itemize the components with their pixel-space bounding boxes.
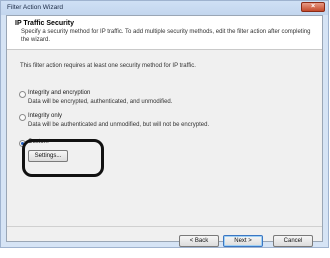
window-title: Filter Action Wizard xyxy=(7,4,63,11)
page-title: IP Traffic Security xyxy=(15,20,75,27)
page-description: Specify a security method for IP traffic… xyxy=(21,29,311,43)
intro-text: This filter action requires at least one… xyxy=(20,63,196,69)
wizard-header: IP Traffic Security Specify a security m… xyxy=(7,16,322,50)
title-bar: Filter Action Wizard × xyxy=(1,1,328,14)
wizard-window: Filter Action Wizard × IP Traffic Securi… xyxy=(0,0,329,248)
option-description: Data will be authenticated and unmodifie… xyxy=(28,122,210,128)
next-button[interactable]: Next > xyxy=(223,235,263,247)
custom-option-highlight xyxy=(22,139,104,177)
close-icon: × xyxy=(310,3,316,10)
option-description: Data will be encrypted, authenticated, a… xyxy=(28,99,173,105)
option-label[interactable]: Integrity and encryption xyxy=(28,90,90,96)
back-button[interactable]: < Back xyxy=(179,235,219,247)
radio-integrity-encryption[interactable] xyxy=(19,91,26,98)
radio-integrity-only[interactable] xyxy=(19,114,26,121)
option-label[interactable]: Integrity only xyxy=(28,113,62,119)
footer-divider xyxy=(7,226,322,227)
wizard-body: IP Traffic Security Specify a security m… xyxy=(6,15,323,247)
cancel-button[interactable]: Cancel xyxy=(273,235,313,247)
close-button[interactable]: × xyxy=(301,2,325,12)
